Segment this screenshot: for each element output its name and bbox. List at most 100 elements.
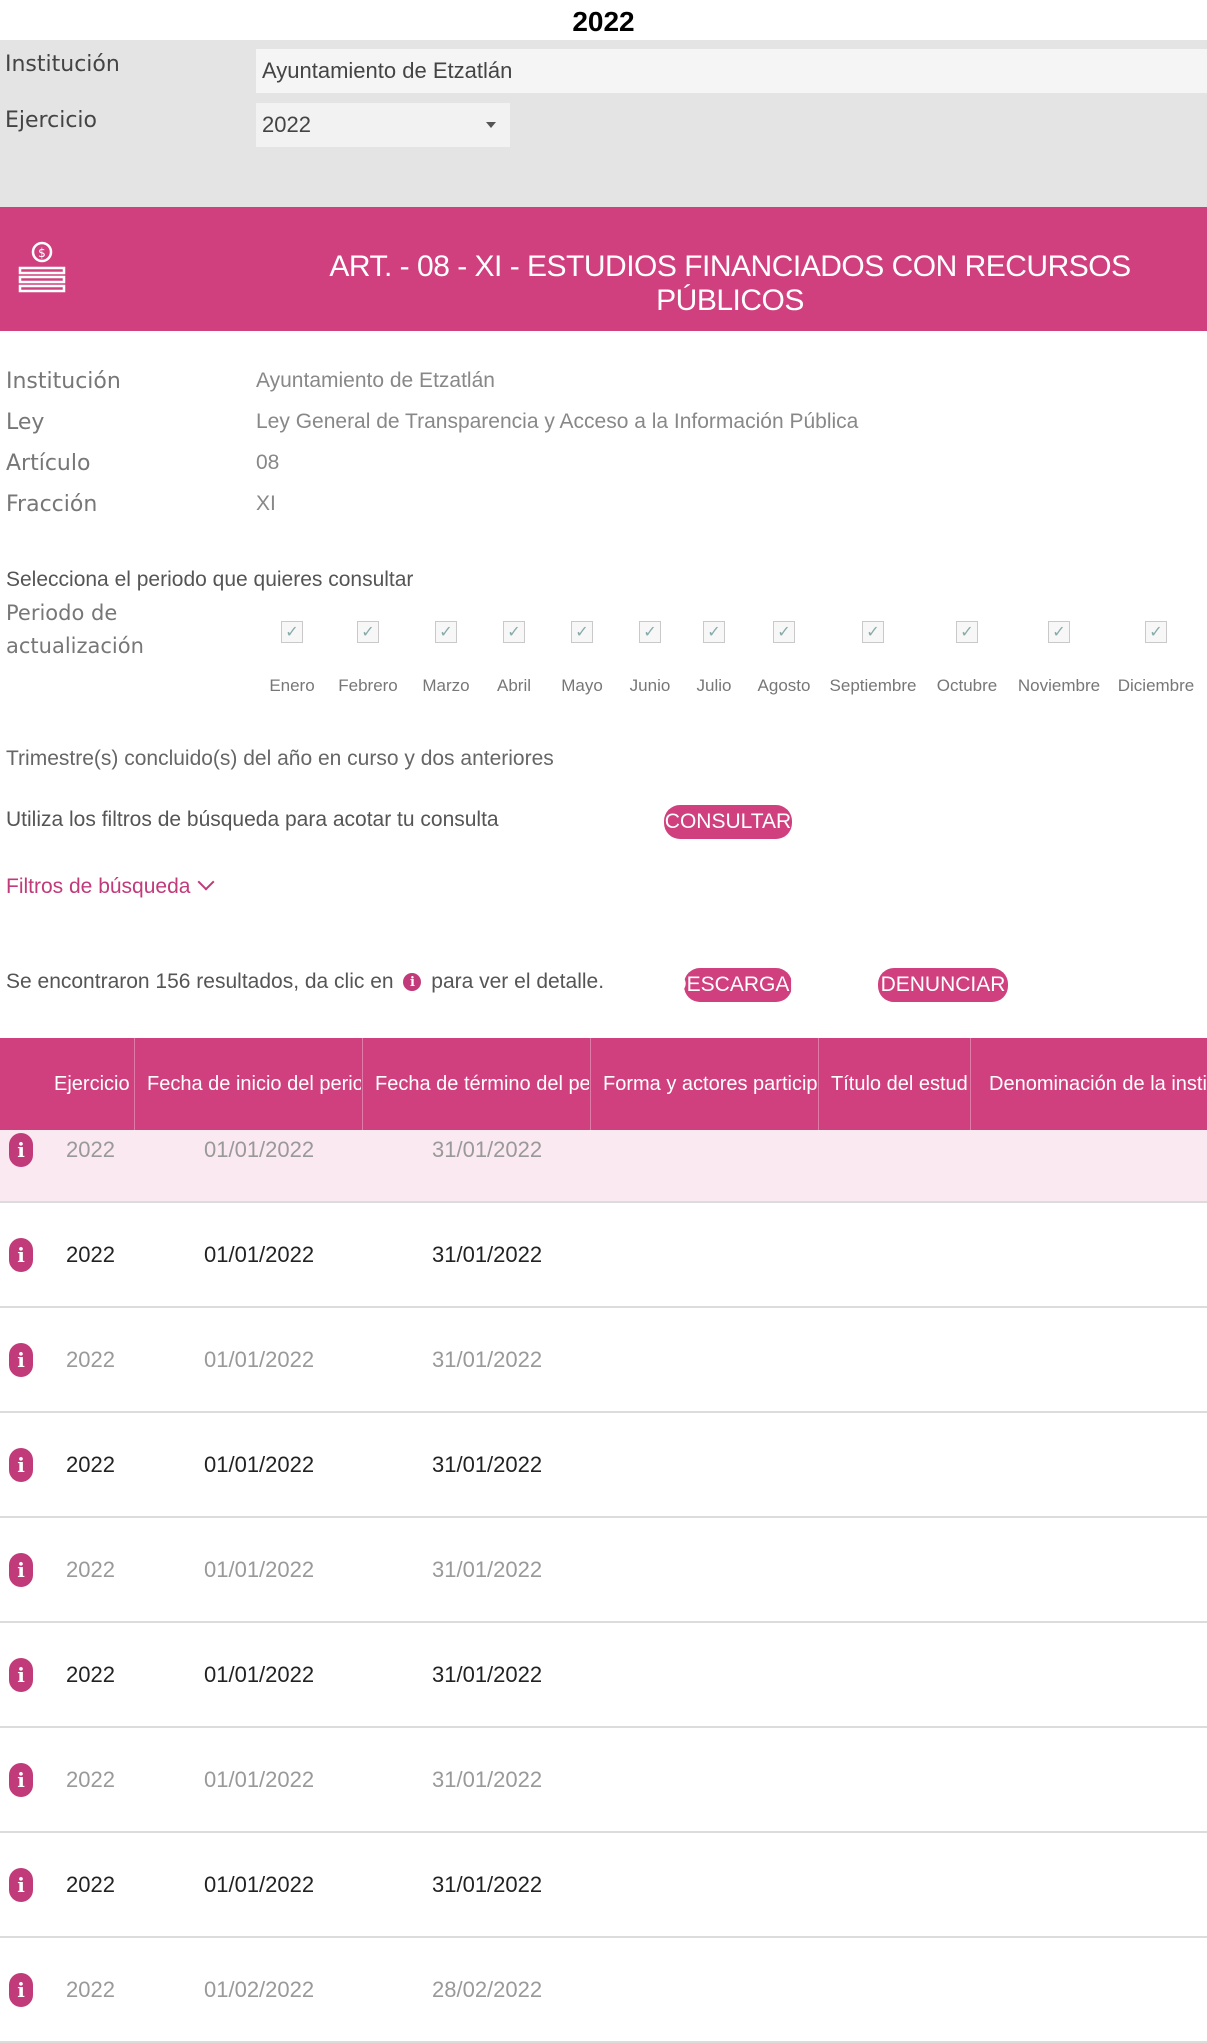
cell-termino: 31/01/2022: [432, 1767, 543, 1792]
cell-termino: 31/01/2022: [432, 1242, 543, 1267]
trimestre-text: Trimestre(s) concluido(s) del año en cur…: [6, 747, 554, 770]
month-checkbox[interactable]: ✓: [773, 621, 795, 643]
info-value-fraccion: XI: [256, 492, 276, 515]
info-label-fraccion: Fracción: [6, 492, 98, 517]
table-row[interactable]: [0, 1728, 1207, 1833]
cell-inicio: 01/01/2022: [204, 1347, 315, 1372]
table-row[interactable]: [0, 1833, 1207, 1938]
results-summary: Se encontraron 156 resultados, da clic e…: [6, 970, 604, 994]
info-value-ley: Ley General de Transparencia y Acceso a …: [256, 410, 859, 433]
info-icon[interactable]: i: [9, 1133, 33, 1167]
month-label: Agosto: [757, 676, 811, 695]
checkmark-icon: ✓: [777, 624, 791, 641]
month-label: Diciembre: [1117, 676, 1195, 695]
column-divider: [590, 1038, 591, 1130]
institucion-field[interactable]: Ayuntamiento de Etzatlán: [256, 49, 1207, 93]
cell-ejercicio: 2022: [66, 1662, 115, 1687]
checkmark-icon: ✓: [643, 624, 657, 641]
institucion-label: Institución: [5, 52, 120, 77]
ejercicio-label: Ejercicio: [5, 108, 97, 133]
info-icon[interactable]: i: [9, 1343, 33, 1377]
denunciar-button[interactable]: DENUNCIAR: [878, 968, 1008, 1002]
checkmark-icon: ✓: [575, 624, 589, 641]
period-prompt: Selecciona el periodo que quieres consul…: [6, 568, 414, 591]
ejercicio-value: 2022: [262, 112, 311, 137]
info-icon[interactable]: i: [9, 1448, 33, 1482]
month-checkbox[interactable]: ✓: [1145, 621, 1167, 643]
cell-termino: 31/01/2022: [432, 1347, 543, 1372]
filtros-label: Filtros de búsqueda: [6, 875, 191, 898]
cell-inicio: 01/01/2022: [204, 1767, 315, 1792]
page-title: 2022: [572, 6, 635, 37]
table-row[interactable]: [0, 1623, 1207, 1728]
table-row[interactable]: [0, 1518, 1207, 1623]
cell-ejercicio: 2022: [66, 1452, 115, 1477]
chevron-down-icon: [486, 122, 496, 128]
cell-ejercicio: 2022: [66, 1557, 115, 1582]
month-checkbox[interactable]: ✓: [503, 621, 525, 643]
cell-inicio: 01/01/2022: [204, 1872, 315, 1897]
month-label: Octubre: [936, 676, 998, 695]
info-label-articulo: Artículo: [6, 451, 91, 476]
table-row[interactable]: [0, 1203, 1207, 1308]
table-row[interactable]: [0, 1413, 1207, 1518]
month-checkbox[interactable]: ✓: [956, 621, 978, 643]
cell-inicio: 01/01/2022: [204, 1242, 315, 1267]
cell-ejercicio: 2022: [66, 1242, 115, 1267]
table-row[interactable]: [0, 1308, 1207, 1413]
column-header-titulo[interactable]: Título del estudio: [831, 1038, 969, 1130]
cell-termino: 31/01/2022: [432, 1137, 543, 1162]
checkmark-icon: ✓: [361, 624, 375, 641]
month-checkbox[interactable]: ✓: [571, 621, 593, 643]
column-header-fecha-termino[interactable]: Fecha de término del per...: [375, 1038, 589, 1130]
info-icon[interactable]: i: [9, 1658, 33, 1692]
month-checkbox[interactable]: ✓: [703, 621, 725, 643]
column-divider: [818, 1038, 819, 1130]
column-header-forma-actores[interactable]: Forma y actores particip...: [603, 1038, 817, 1130]
info-label-ley: Ley: [6, 410, 45, 435]
checkmark-icon: ✓: [1052, 624, 1066, 641]
info-value-institucion: Ayuntamiento de Etzatlán: [256, 369, 495, 392]
section-title: ART. - 08 - XI - ESTUDIOS FINANCIADOS CO…: [329, 250, 1131, 317]
results-prefix: Se encontraron 156 resultados, da clic e…: [6, 970, 394, 993]
ejercicio-select[interactable]: 2022: [256, 103, 510, 147]
month-checkbox[interactable]: ✓: [435, 621, 457, 643]
column-divider: [134, 1038, 135, 1130]
info-icon[interactable]: i: [9, 1763, 33, 1797]
descargar-button[interactable]: DESCARGAR: [671, 968, 805, 1002]
cell-ejercicio: 2022: [66, 1137, 115, 1162]
cell-inicio: 01/02/2022: [204, 1977, 315, 2002]
checkmark-icon: ✓: [707, 624, 721, 641]
results-suffix: para ver el detalle.: [431, 970, 605, 993]
column-divider: [362, 1038, 363, 1130]
filtros-toggle[interactable]: Filtros de búsqueda: [6, 873, 215, 899]
month-checkbox[interactable]: ✓: [639, 621, 661, 643]
money-stack-icon: $: [18, 241, 66, 293]
checkmark-icon: ✓: [1149, 624, 1163, 641]
info-icon[interactable]: i: [9, 1238, 33, 1272]
checkmark-icon: ✓: [285, 624, 299, 641]
info-icon[interactable]: i: [9, 1868, 33, 1902]
info-icon[interactable]: i: [9, 1553, 33, 1587]
column-header-denominacion[interactable]: Denominación de la insti...: [989, 1038, 1207, 1130]
cell-termino: 31/01/2022: [432, 1872, 543, 1897]
info-icon[interactable]: i: [9, 1973, 33, 2007]
column-header-ejercicio[interactable]: Ejercicio: [54, 1038, 134, 1130]
svg-text:$: $: [38, 246, 46, 260]
month-checkbox[interactable]: ✓: [1048, 621, 1070, 643]
chevron-down-icon: [197, 873, 215, 891]
cell-inicio: 01/01/2022: [204, 1452, 315, 1477]
table-row[interactable]: [0, 1130, 1207, 1203]
month-checkbox[interactable]: ✓: [357, 621, 379, 643]
column-divider: [970, 1038, 971, 1130]
checkmark-icon: ✓: [439, 624, 453, 641]
month-checkbox[interactable]: ✓: [862, 621, 884, 643]
info-value-articulo: 08: [256, 451, 280, 474]
consultar-button[interactable]: CONSULTAR: [664, 805, 792, 839]
month-checkbox[interactable]: ✓: [281, 621, 303, 643]
month-label: Septiembre: [829, 676, 917, 695]
checkmark-icon: ✓: [960, 624, 974, 641]
column-header-fecha-inicio[interactable]: Fecha de inicio del perio...: [147, 1038, 361, 1130]
period-label-line1: Periodo de: [6, 601, 118, 625]
cell-inicio: 01/01/2022: [204, 1662, 315, 1687]
